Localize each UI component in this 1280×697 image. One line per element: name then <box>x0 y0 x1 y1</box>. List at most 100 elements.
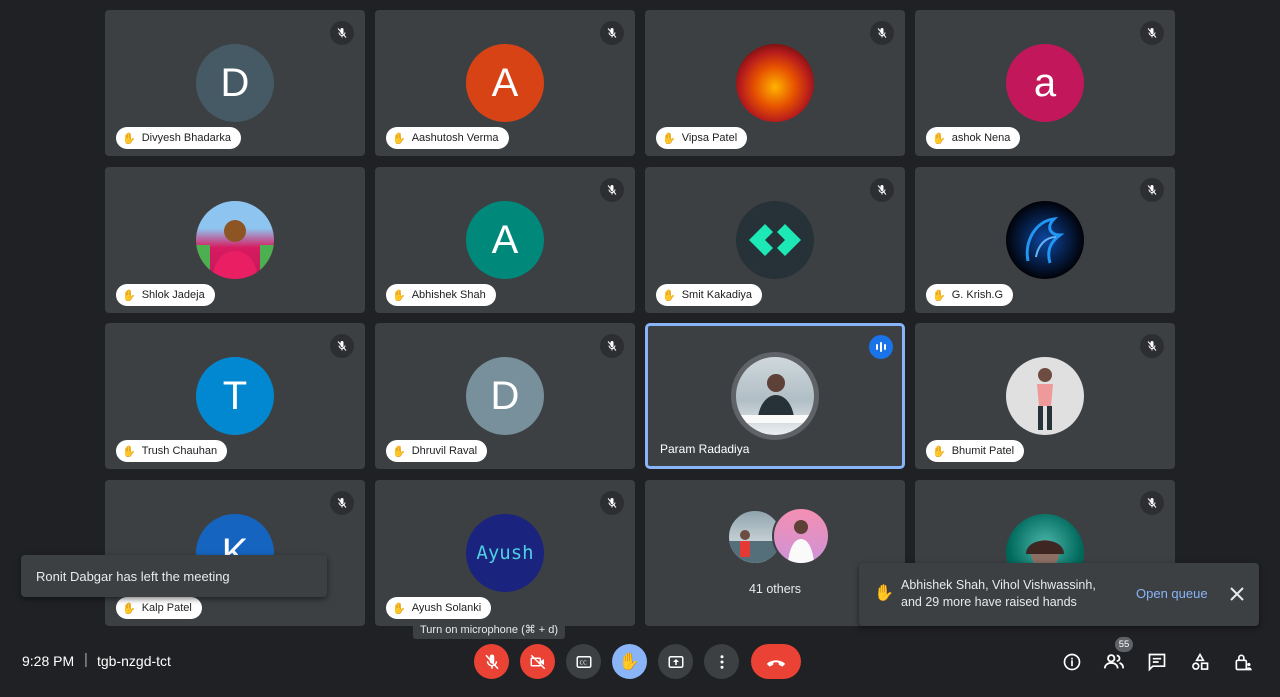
activities-shapes-icon <box>1192 652 1209 670</box>
raised-hands-notification: ✋ Abhishek Shah, Vihol Vishwassinh, and … <box>859 563 1259 626</box>
mic-off-icon <box>600 178 624 202</box>
activities-button[interactable] <box>1188 650 1212 674</box>
camera-off-icon <box>530 654 545 669</box>
raised-hand-icon: ✋ <box>662 289 676 302</box>
mic-tooltip: Turn on microphone (⌘ + d) <box>413 620 566 639</box>
microphone-toggle-button[interactable] <box>474 644 509 679</box>
raised-hand-icon: ✋ <box>392 445 406 458</box>
participant-tile[interactable]: ✋ Bhumit Patel <box>915 323 1175 469</box>
left-meeting-toast: Ronit Dabgar has left the meeting <box>21 555 327 597</box>
participant-name-chip: ✋ Trush Chauhan <box>116 440 228 462</box>
participant-tile[interactable]: K ✋ Kalp Patel <box>105 480 365 626</box>
raised-hand-icon: ✋ <box>392 132 406 145</box>
raised-hand-icon: ✋ <box>932 289 946 302</box>
participant-tile[interactable]: A ✋ Abhishek Shah <box>375 167 635 313</box>
mic-off-icon <box>870 178 894 202</box>
hang-up-icon <box>766 659 786 667</box>
participant-tile[interactable]: D ✋ Divyesh Bhadarka <box>105 10 365 156</box>
mic-off-icon <box>600 491 624 515</box>
participant-name-chip: ✋ Divyesh Bhadarka <box>116 127 241 149</box>
participant-tile-speaking[interactable]: Param Radadiya <box>645 323 905 469</box>
captions-button[interactable]: CC <box>566 644 601 679</box>
avatar: T <box>196 357 274 435</box>
raised-hand-icon: ✋ <box>392 602 406 615</box>
closed-captions-icon: CC <box>576 655 591 668</box>
raised-hand-icon: ✋ <box>932 132 946 145</box>
mic-off-icon <box>1140 491 1164 515</box>
person-photo-icon <box>772 507 830 565</box>
meeting-time: 9:28 PM <box>22 653 75 669</box>
participant-name-chip: ✋ Ayush Solanki <box>386 597 492 619</box>
info-icon <box>1063 653 1081 671</box>
people-icon <box>1103 654 1125 669</box>
avatar-text-logo: Ayush <box>466 514 544 592</box>
participant-tile[interactable]: a ✋ ashok Nena <box>915 10 1175 156</box>
present-screen-icon <box>668 655 683 668</box>
mic-off-icon <box>600 334 624 358</box>
participant-name: Param Radadiya <box>660 442 750 456</box>
raised-hand-icon: ✋ <box>874 585 894 602</box>
mic-off-icon <box>1140 334 1164 358</box>
open-queue-button[interactable]: Open queue <box>1136 586 1208 601</box>
mic-off-icon <box>330 491 354 515</box>
camera-toggle-button[interactable] <box>520 644 555 679</box>
people-button[interactable] <box>1102 650 1126 674</box>
participant-tile[interactable]: ✋ Shlok Jadeja <box>105 167 365 313</box>
mic-off-icon <box>484 654 499 669</box>
mic-off-icon <box>330 334 354 358</box>
separator: | <box>84 651 88 668</box>
present-screen-button[interactable] <box>658 644 693 679</box>
participant-tile[interactable]: ✋ Vipsa Patel <box>645 10 905 156</box>
participant-tile[interactable]: A ✋ Aashutosh Verma <box>375 10 635 156</box>
meeting-details-button[interactable] <box>1060 650 1084 674</box>
raised-hand-icon: ✋ <box>122 132 136 145</box>
raised-hands-text: Abhishek Shah, Vihol Vishwassinh, and 29… <box>901 578 1096 609</box>
avatar: D <box>196 44 274 122</box>
participant-name-chip: ✋ Kalp Patel <box>116 597 202 619</box>
chat-icon <box>1148 653 1166 672</box>
participant-name-chip: ✋ G. Krish.G <box>926 284 1014 306</box>
raised-hand-icon: ✋ <box>122 445 136 458</box>
participant-tile[interactable]: T ✋ Trush Chauhan <box>105 323 365 469</box>
mic-off-icon <box>330 21 354 45</box>
person-photo-icon <box>736 357 814 435</box>
raise-hand-icon: ✋ <box>618 651 641 671</box>
mic-off-icon <box>1140 178 1164 202</box>
more-vert-icon <box>720 654 723 669</box>
chat-button[interactable] <box>1145 650 1169 674</box>
raised-hand-icon: ✋ <box>932 445 946 458</box>
raised-hand-icon: ✋ <box>122 289 136 302</box>
participant-tile[interactable]: D ✋ Dhruvil Raval <box>375 323 635 469</box>
leave-call-button[interactable] <box>751 644 801 679</box>
participant-name-chip: ✋ Vipsa Patel <box>656 127 748 149</box>
person-photo-icon <box>196 201 274 279</box>
avatar: A <box>466 201 544 279</box>
person-photo-icon <box>1006 357 1084 435</box>
raise-hand-button[interactable]: ✋ <box>612 644 647 679</box>
participant-name-chip: ✋ Bhumit Patel <box>926 440 1025 462</box>
more-options-button[interactable] <box>704 644 739 679</box>
code-logo-icon <box>736 201 814 279</box>
mic-off-icon <box>1140 21 1164 45</box>
participant-name-chip: ✋ Dhruvil Raval <box>386 440 488 462</box>
host-controls-button[interactable] <box>1231 650 1255 674</box>
participant-name-chip: ✋ Smit Kakadiya <box>656 284 763 306</box>
participant-tile[interactable]: ✋ Smit Kakadiya <box>645 167 905 313</box>
avatar: a <box>1006 44 1084 122</box>
participant-tile[interactable]: ✋ G. Krish.G <box>915 167 1175 313</box>
audio-level-icon <box>869 335 893 359</box>
lock-person-icon <box>1235 654 1252 671</box>
participant-name-chip: ✋ Aashutosh Verma <box>386 127 509 149</box>
toast-text: Ronit Dabgar has left the meeting <box>36 568 230 584</box>
fire-horse-photo-icon <box>736 44 814 122</box>
participant-name-chip: ✋ ashok Nena <box>926 127 1021 149</box>
mic-off-icon <box>600 21 624 45</box>
raised-hand-icon: ✋ <box>392 289 406 302</box>
blue-dragon-photo-icon <box>1006 201 1084 279</box>
participant-tile[interactable]: Ayush ✋ Ayush Solanki <box>375 480 635 626</box>
participant-name-chip: ✋ Abhishek Shah <box>386 284 496 306</box>
mic-off-icon <box>870 21 894 45</box>
raised-hand-icon: ✋ <box>122 602 136 615</box>
close-icon[interactable] <box>1227 584 1247 609</box>
meeting-code: tgb-nzgd-tct <box>97 653 171 669</box>
